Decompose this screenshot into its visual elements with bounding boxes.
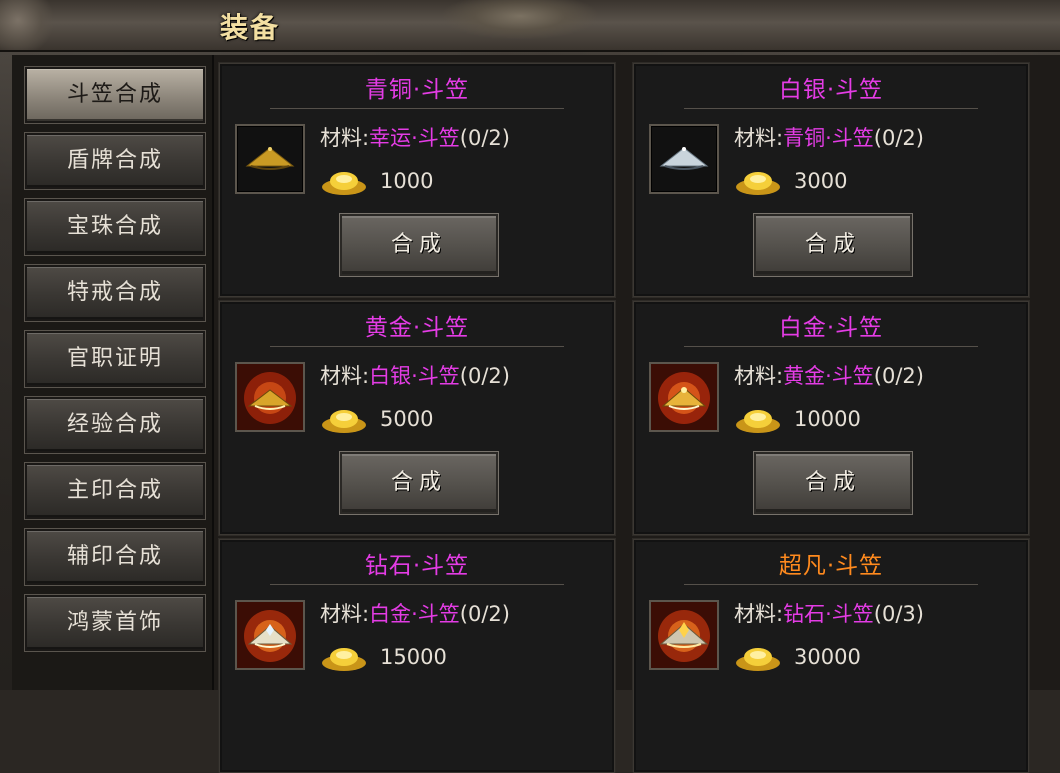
craft-card: 青铜·斗笠 材料:幸运·斗笠(0/2) 1000 合成: [219, 63, 615, 297]
gold-ingot-icon: [736, 648, 780, 671]
bronze-hat-icon[interactable]: [235, 124, 305, 194]
craft-panel: 青铜·斗笠 材料:幸运·斗笠(0/2) 1000 合成 白银·斗笠 材料:青铜·…: [214, 55, 1060, 773]
price-value: 30000: [794, 645, 861, 669]
dragon-ornament-left: [0, 0, 60, 50]
sidebar-item-exp-craft[interactable]: 经验合成: [25, 397, 205, 453]
sidebar-item-special-ring-craft[interactable]: 特戒合成: [25, 265, 205, 321]
gold-ingot-icon: [322, 410, 366, 433]
divider: [684, 584, 978, 585]
material-line: 材料:幸运·斗笠(0/2): [320, 122, 510, 152]
sidebar: 斗笠合成 盾牌合成 宝珠合成 特戒合成 官职证明 经验合成 主印合成 辅印合成 …: [12, 55, 214, 690]
material-name: 幸运·斗笠: [369, 126, 460, 150]
sidebar-item-main-seal-craft[interactable]: 主印合成: [25, 463, 205, 519]
material-count: (0/2): [873, 364, 924, 388]
material-label: 材料:: [734, 602, 784, 626]
dragon-ornament-right: [440, 0, 600, 40]
platinum-hat-icon[interactable]: [649, 362, 719, 432]
material-name: 白金·斗笠: [369, 602, 460, 626]
window-title: 装备: [220, 11, 281, 44]
price-value: 15000: [380, 645, 447, 669]
gold-ingot-icon: [736, 172, 780, 195]
divider: [684, 346, 978, 347]
material-line: 材料:黄金·斗笠(0/2): [734, 360, 924, 390]
sidebar-item-hat-craft[interactable]: 斗笠合成: [25, 67, 205, 123]
diamond-hat-icon[interactable]: [235, 600, 305, 670]
card-title: 超凡·斗笠: [778, 553, 884, 579]
gold-ingot-icon: [322, 648, 366, 671]
card-title: 白银·斗笠: [778, 77, 884, 103]
silver-hat-icon[interactable]: [649, 124, 719, 194]
material-name: 黄金·斗笠: [783, 364, 874, 388]
material-name: 钻石·斗笠: [783, 602, 874, 626]
material-count: (0/3): [873, 602, 924, 626]
craft-card: 白金·斗笠 材料:黄金·斗笠(0/2) 10000 合成: [633, 301, 1029, 535]
craft-button[interactable]: 合成: [754, 214, 912, 276]
material-line: 材料:钻石·斗笠(0/3): [734, 598, 924, 628]
gold-ingot-icon: [322, 172, 366, 195]
sidebar-item-aux-seal-craft[interactable]: 辅印合成: [25, 529, 205, 585]
gold-ingot-icon: [736, 410, 780, 433]
sidebar-item-hongmeng-jewelry[interactable]: 鸿蒙首饰: [25, 595, 205, 651]
divider: [270, 108, 564, 109]
card-title: 青铜·斗笠: [364, 77, 470, 103]
craft-card: 黄金·斗笠 材料:白银·斗笠(0/2) 5000 合成: [219, 301, 615, 535]
material-name: 白银·斗笠: [369, 364, 460, 388]
price-value: 10000: [794, 407, 861, 431]
material-count: (0/2): [459, 364, 510, 388]
material-count: (0/2): [459, 126, 510, 150]
card-title: 钻石·斗笠: [364, 553, 470, 579]
divider: [270, 584, 564, 585]
divider: [270, 346, 564, 347]
material-label: 材料:: [734, 126, 784, 150]
card-title: 白金·斗笠: [778, 315, 884, 341]
craft-card: 钻石·斗笠 材料:白金·斗笠(0/2) 15000: [219, 539, 615, 773]
craft-button[interactable]: 合成: [340, 452, 498, 514]
material-line: 材料:白金·斗笠(0/2): [320, 598, 510, 628]
sidebar-item-official-certificate[interactable]: 官职证明: [25, 331, 205, 387]
extraordinary-hat-icon[interactable]: [649, 600, 719, 670]
material-count: (0/2): [459, 602, 510, 626]
gold-hat-icon[interactable]: [235, 362, 305, 432]
sidebar-item-shield-craft[interactable]: 盾牌合成: [25, 133, 205, 189]
material-label: 材料:: [320, 364, 370, 388]
sidebar-item-orb-craft[interactable]: 宝珠合成: [25, 199, 205, 255]
material-label: 材料:: [320, 602, 370, 626]
price-value: 1000: [380, 169, 434, 193]
price-value: 3000: [794, 169, 848, 193]
card-title: 黄金·斗笠: [364, 315, 470, 341]
craft-button[interactable]: 合成: [340, 214, 498, 276]
divider: [684, 108, 978, 109]
material-count: (0/2): [873, 126, 924, 150]
material-name: 青铜·斗笠: [783, 126, 874, 150]
material-label: 材料:: [320, 126, 370, 150]
material-line: 材料:白银·斗笠(0/2): [320, 360, 510, 390]
material-label: 材料:: [734, 364, 784, 388]
material-line: 材料:青铜·斗笠(0/2): [734, 122, 924, 152]
craft-card: 白银·斗笠 材料:青铜·斗笠(0/2) 3000 合成: [633, 63, 1029, 297]
craft-button[interactable]: 合成: [754, 452, 912, 514]
craft-card: 超凡·斗笠 材料:钻石·斗笠(0/3) 30000: [633, 539, 1029, 773]
price-value: 5000: [380, 407, 434, 431]
top-banner: 装备: [0, 0, 1060, 52]
